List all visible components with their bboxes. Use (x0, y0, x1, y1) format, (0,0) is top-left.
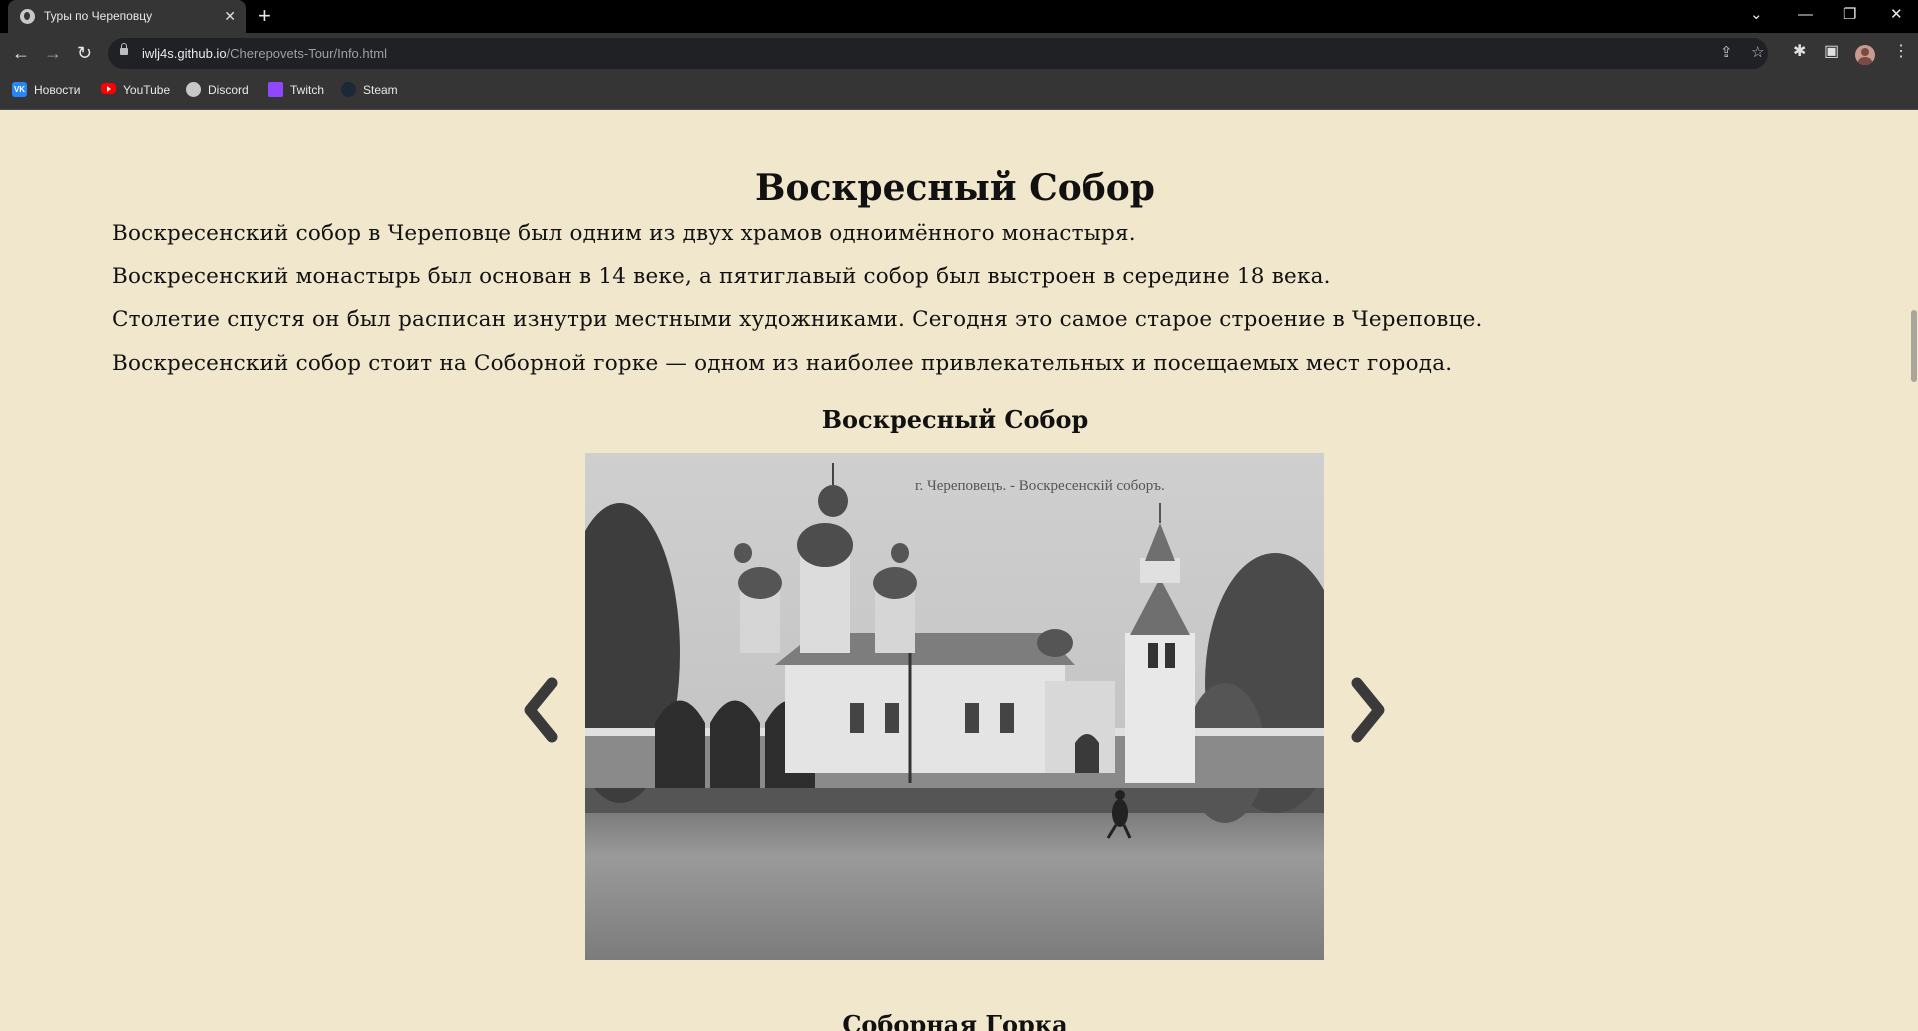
globe-icon (20, 9, 35, 24)
photo-inscription: г. Череповецъ. - Воскресенскій соборъ. (915, 478, 1165, 494)
bookmark-star-icon[interactable]: ☆ (1751, 44, 1764, 62)
active-tab[interactable]: Туры по Череповцу ✕ (8, 0, 246, 33)
side-panel-icon[interactable]: ▣ (1824, 43, 1839, 61)
address-bar[interactable]: iwlj4s.github.io/Cherepovets-Tour/Info.h… (108, 38, 1768, 69)
bookmark-twitch[interactable]: Twitch (268, 82, 324, 101)
share-icon[interactable]: ⇪ (1720, 44, 1733, 62)
url-text[interactable]: iwlj4s.github.io/Cherepovets-Tour/Info.h… (142, 46, 387, 61)
lock-icon[interactable] (120, 43, 128, 55)
menu-kebab-icon[interactable]: ⋮ (1893, 43, 1909, 61)
bookmark-steam[interactable]: Steam (341, 82, 398, 101)
tab-close-button[interactable]: ✕ (224, 7, 236, 25)
vk-icon: VK (12, 82, 27, 98)
page-viewport: Воскресный Собор Воскресенский собор в Ч… (0, 110, 1910, 1031)
gallery-caption: Воскресный Собор (821, 405, 1089, 434)
scrollbar-thumb[interactable] (1911, 310, 1917, 382)
profile-avatar[interactable] (1855, 45, 1875, 65)
tab-strip: Туры по Череповцу ✕ + ⌄ — ❐ ✕ (0, 0, 1918, 33)
twitch-icon (268, 82, 283, 98)
info-paragraph: Воскресенский собор стоит на Соборной го… (112, 351, 1453, 376)
page-scrollbar[interactable] (1910, 110, 1918, 1031)
minimize-icon[interactable]: — (1798, 6, 1813, 24)
discord-icon (186, 82, 201, 98)
page-title: Воскресный Собор (755, 167, 1155, 209)
bookmark-news[interactable]: VK Новости (12, 82, 80, 101)
next-section-caption: Соборная Горка (842, 1010, 1068, 1031)
info-paragraph: Столетие спустя он был расписан изнутри … (112, 307, 1483, 332)
reload-button[interactable]: ↻ (77, 42, 92, 64)
bookmarks-bar: VK Новости YouTube Discord Twitch Steam (0, 74, 1918, 110)
info-paragraph: Воскресенский собор в Череповце был одни… (112, 221, 1136, 246)
forward-button[interactable]: → (44, 42, 62, 64)
steam-icon (341, 82, 356, 98)
extensions-icon[interactable]: ✱ (1793, 43, 1806, 61)
browser-toolbar: ← → ↻ iwlj4s.github.io/Cherepovets-Tour/… (0, 33, 1918, 74)
chevron-right-icon[interactable] (1345, 675, 1391, 745)
tab-title: Туры по Череповцу (44, 9, 153, 23)
chevron-left-icon[interactable] (518, 675, 564, 745)
info-paragraph: Воскресенский монастырь был основан в 14… (112, 264, 1331, 289)
bookmark-discord[interactable]: Discord (186, 82, 249, 101)
youtube-icon (101, 83, 116, 95)
tab-search-icon[interactable]: ⌄ (1750, 6, 1763, 24)
restore-icon[interactable]: ❐ (1843, 6, 1856, 24)
bookmark-youtube[interactable]: YouTube (101, 83, 170, 101)
new-tab-button[interactable]: + (258, 3, 271, 29)
cathedral-photo: г. Череповецъ. - Воскресенскій соборъ. (585, 453, 1324, 960)
back-button[interactable]: ← (12, 42, 30, 64)
close-window-icon[interactable]: ✕ (1890, 6, 1903, 24)
